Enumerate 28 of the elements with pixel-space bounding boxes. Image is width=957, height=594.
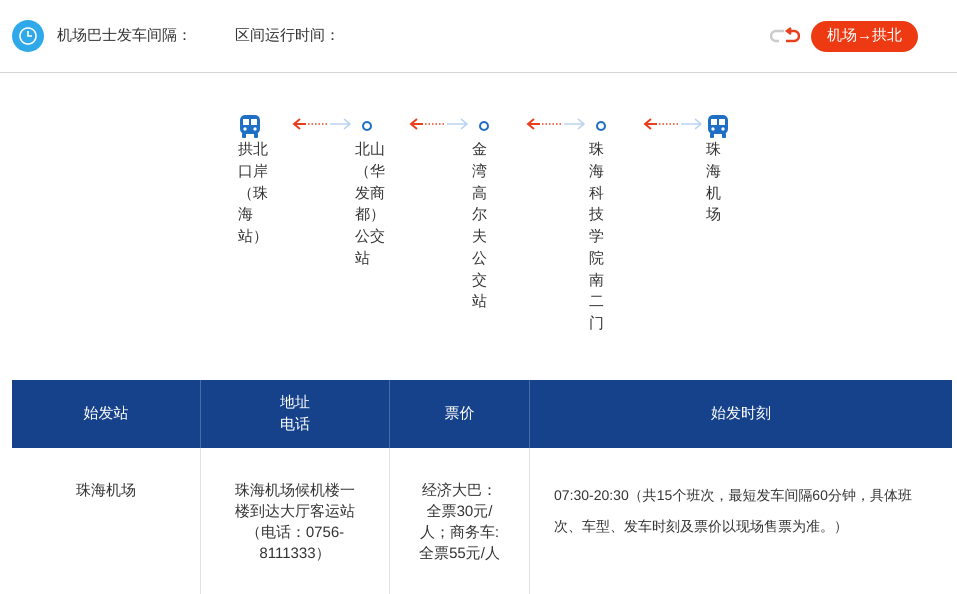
stop-dot-icon [595, 120, 607, 132]
interval-label: 机场巴士发车间隔： [57, 26, 192, 46]
direction-button[interactable]: 机场→拱北 [811, 20, 918, 52]
column-header: 票价 [444, 404, 474, 424]
double-arrow-icon [408, 117, 468, 131]
station-name: 珠海机场 [706, 140, 721, 226]
table-cell-text: 珠海机场 [76, 481, 136, 501]
bus-icon [705, 113, 731, 139]
station-name: 珠海科技学院南二门 [589, 140, 604, 334]
duration-label: 区间运行时间： [235, 26, 340, 46]
station-name: 拱北口岸（珠海站） [238, 140, 268, 247]
stop-dot-icon [361, 120, 373, 132]
stop-dot-icon [478, 120, 490, 132]
column-header: 始发时刻 [711, 404, 771, 424]
column-header: 电话 [280, 415, 310, 435]
clock-icon [12, 20, 44, 52]
station-name: 金湾高尔夫公交站 [472, 140, 487, 312]
double-arrow-icon [642, 117, 702, 131]
double-arrow-icon [526, 117, 586, 131]
table-cell-text: 珠海机场候机楼一楼到达大厅客运站（电话：0756-8111333） [234, 481, 356, 564]
table-cell-text: 经济大巴：全票30元/人；商务车:全票55元/人 [418, 481, 501, 564]
bus-icon [237, 113, 263, 139]
station-name: 北山（华发商都）公交站 [355, 140, 385, 269]
double-arrow-icon [292, 117, 352, 131]
table-cell-text: 07:30-20:30（共15个班次，最短发车间隔60分钟，具体班次、车型、发车时刻及票价以现场售票为准。） [554, 486, 913, 536]
swap-icon[interactable] [770, 27, 800, 45]
column-header: 始发站 [84, 404, 128, 424]
column-header: 地址 [280, 393, 310, 413]
